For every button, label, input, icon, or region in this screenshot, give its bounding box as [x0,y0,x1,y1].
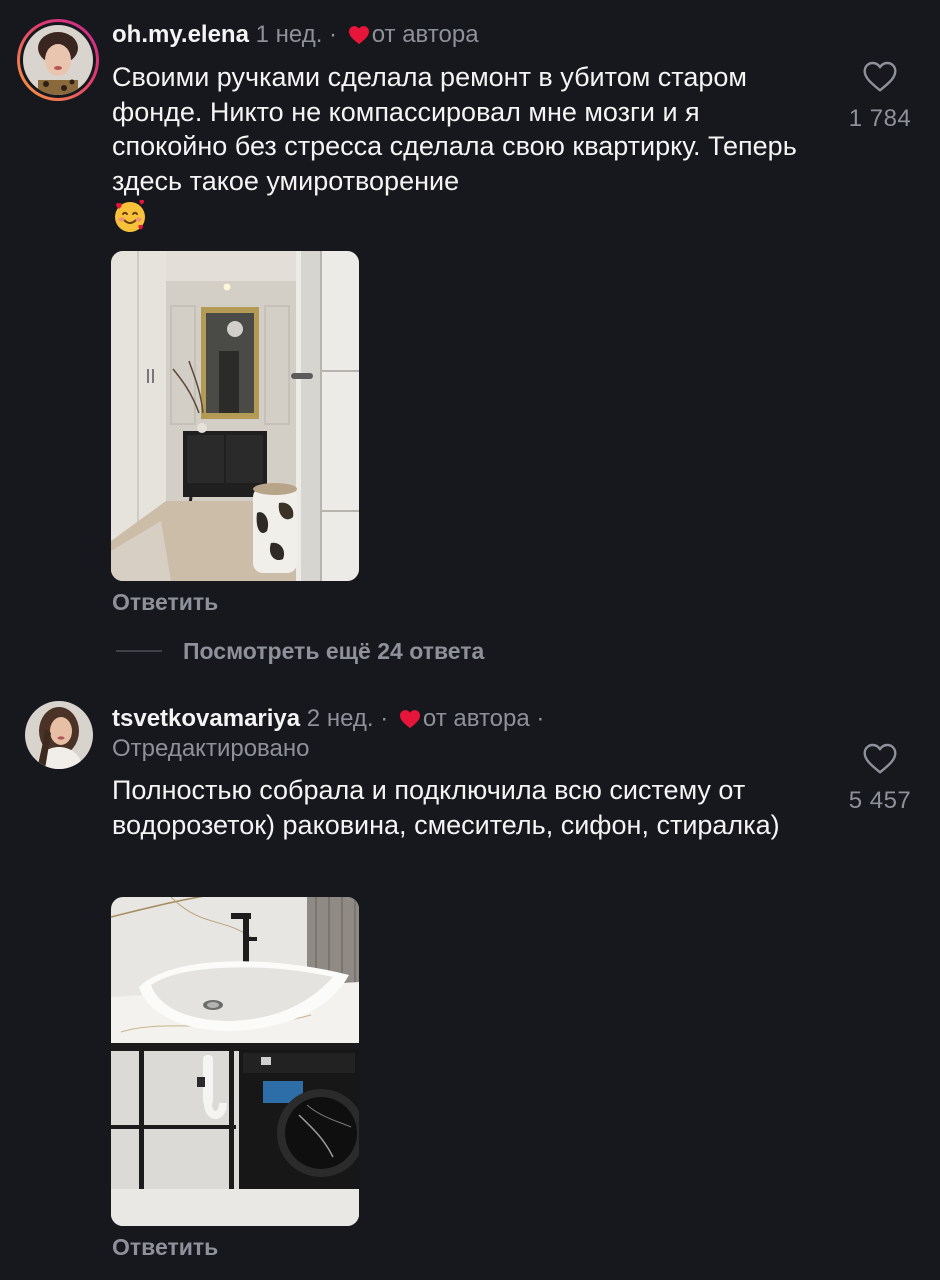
comment-photo-hallway[interactable] [111,251,359,581]
avatar-oh-my-elena[interactable] [16,18,100,102]
like-count: 1 784 [848,105,912,132]
like-column: 1 784 [820,60,940,133]
author-liked-label: от автора [422,705,530,732]
sink-photo [111,897,359,1226]
replies-divider [116,650,162,652]
comment-photo-sink[interactable] [111,897,359,1226]
heart-outline-icon[interactable] [862,742,898,775]
comment-time: 2 нед. [306,705,374,732]
separator: · [536,705,545,732]
heart-outline-icon[interactable] [862,60,898,93]
edited-label: Отредактировано [112,735,310,762]
username[interactable]: oh.my.elena [112,21,249,48]
smiling-face-with-hearts-icon [115,199,145,232]
hallway-photo [111,251,359,581]
view-more-label: Посмотреть ещё 24 ответа [183,638,485,664]
heart-filled-icon [399,710,420,729]
avatar-story-ring-icon [17,19,99,101]
reply-button[interactable]: Ответить [112,588,218,616]
heart-filled-icon [348,26,369,45]
comment-text: Своими ручками сделала ремонт в убитом с… [112,60,812,237]
username[interactable]: tsvetkovamariya [112,705,300,732]
like-count: 5 457 [848,787,912,814]
comment-meta: tsvetkovamariya 2 нед. · от автора · [112,704,544,734]
comment-time: 1 нед. [255,21,323,48]
separator: · [380,705,389,732]
reply-button[interactable]: Ответить [112,1233,218,1261]
avatar-tsvetkovamariya[interactable] [25,701,93,769]
comment-meta: oh.my.elena 1 нед. · от автора [112,20,479,50]
comment-text: Полностью собрала и подключила всю систе… [112,775,780,840]
separator: · [329,21,338,48]
avatar-photo [25,701,93,769]
like-column: 5 457 [820,742,940,815]
comment-body: Своими ручками сделала ремонт в убитом с… [112,62,797,196]
author-liked-label: от автора [371,21,479,48]
